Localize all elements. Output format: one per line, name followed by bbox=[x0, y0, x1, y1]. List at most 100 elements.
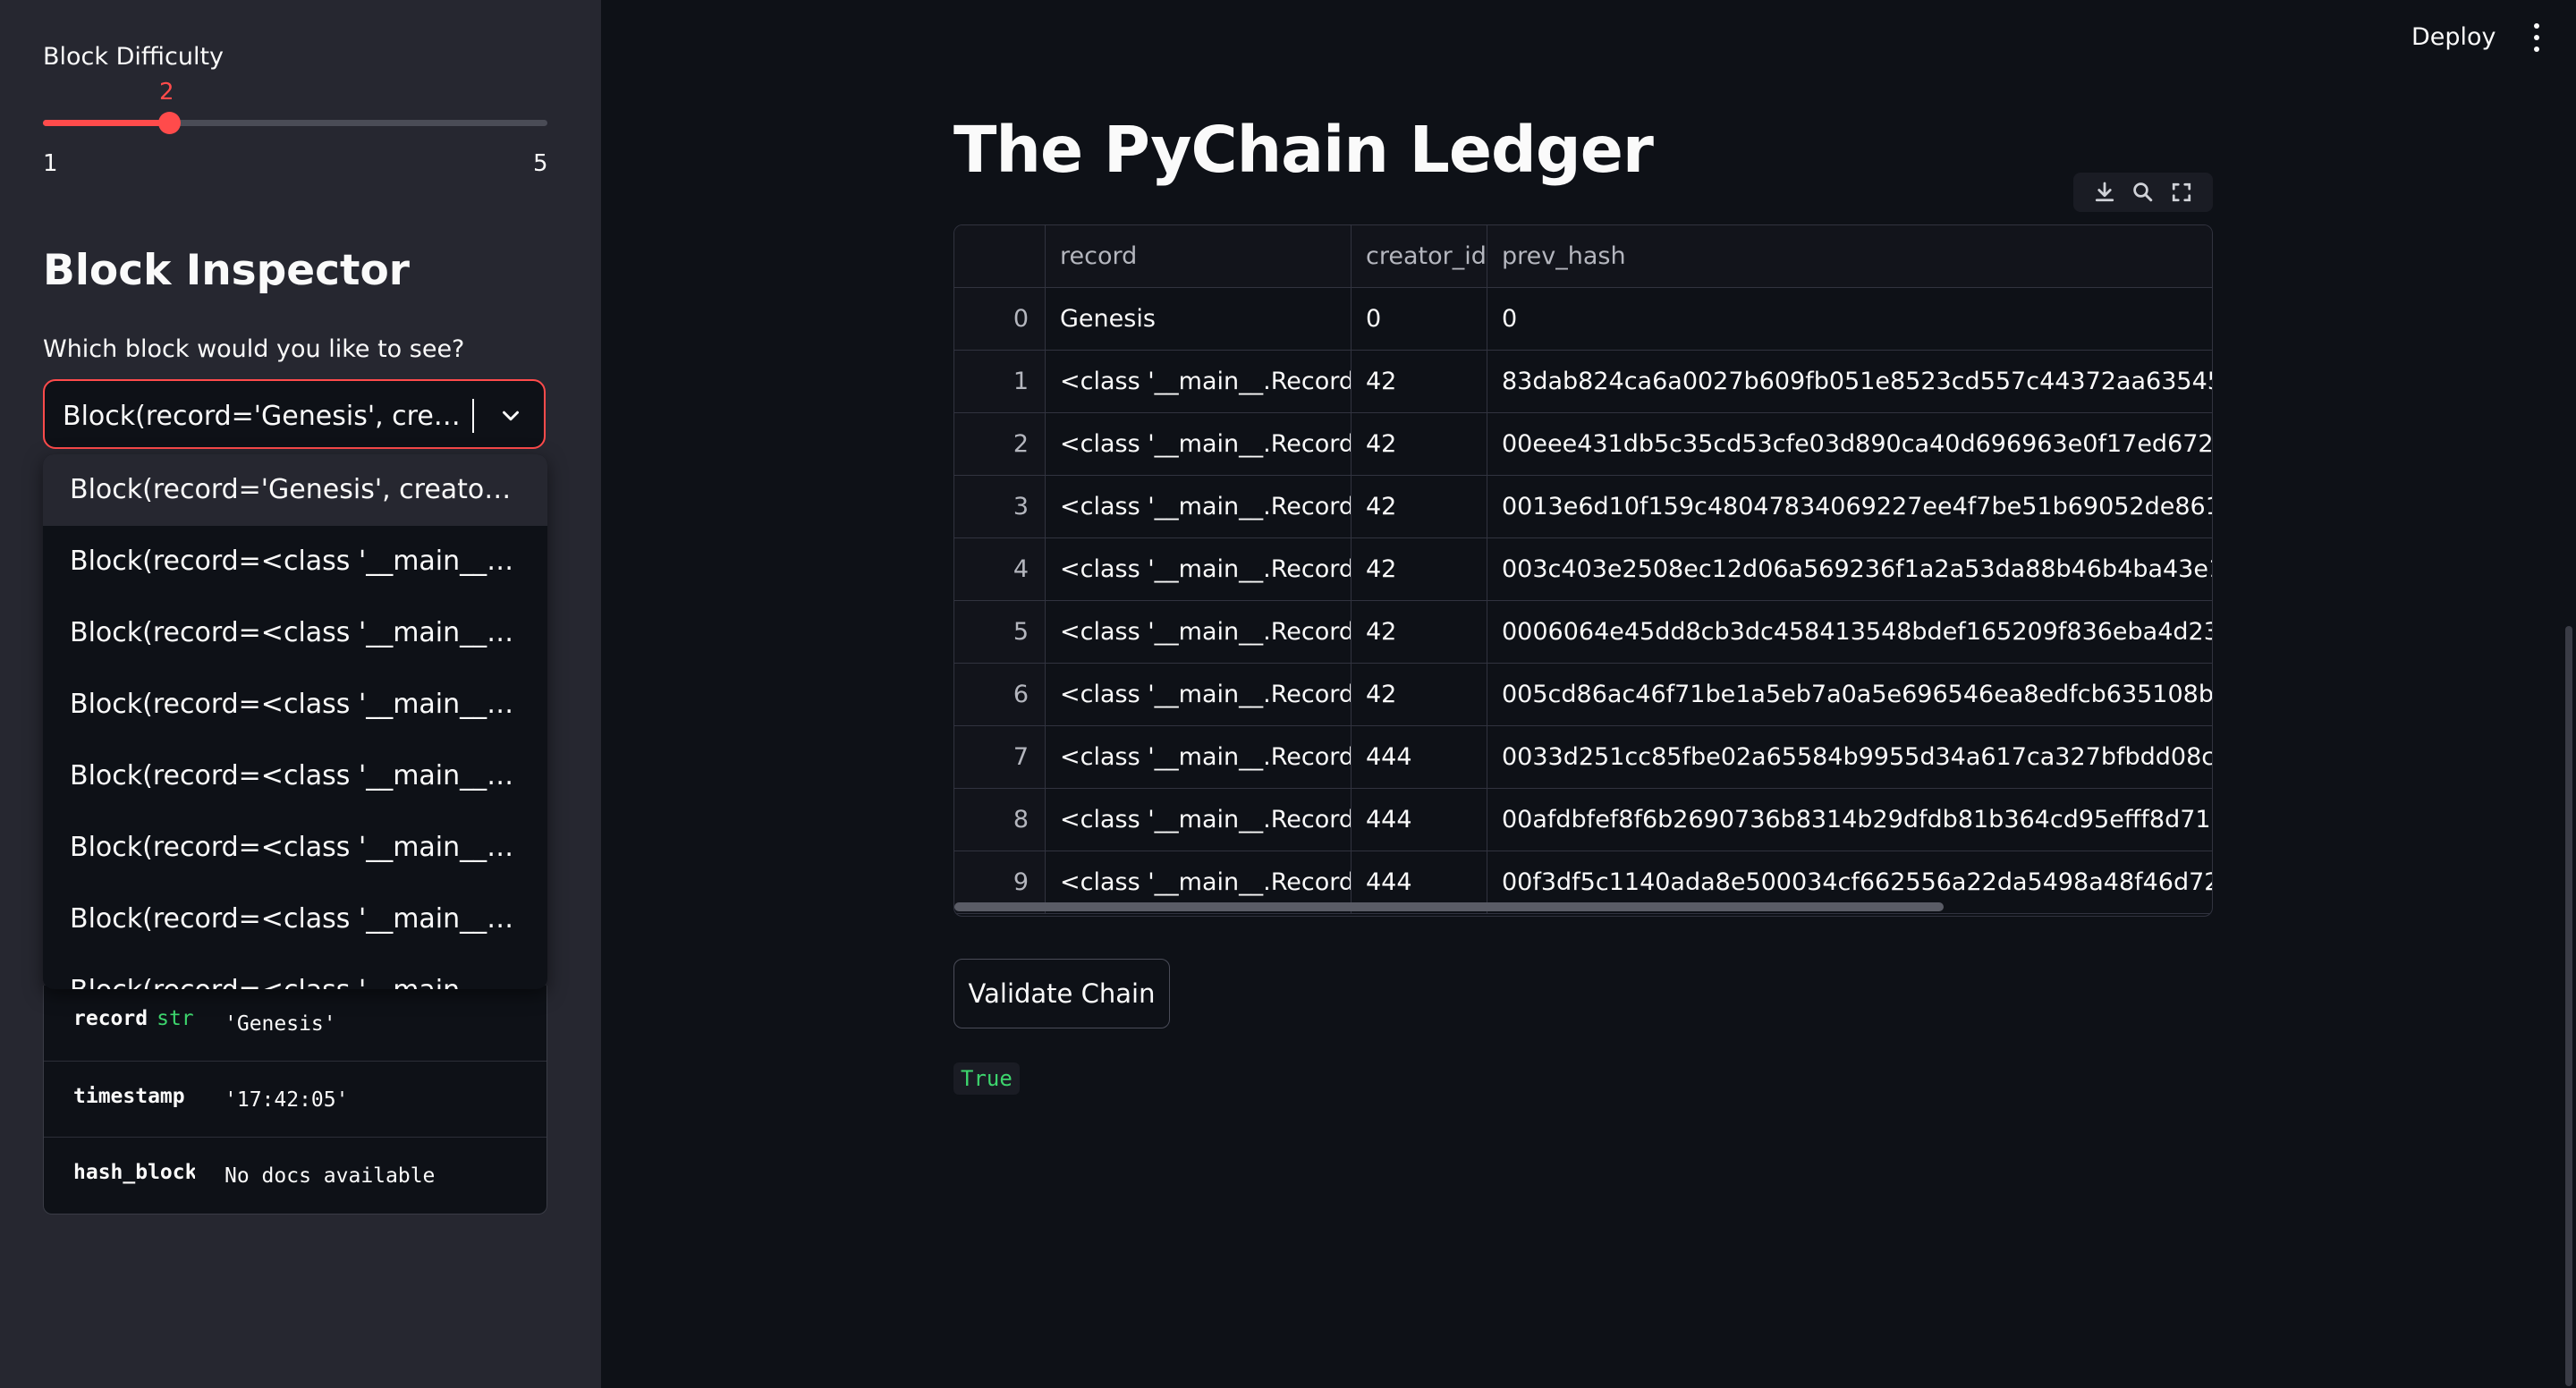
cell-row-index[interactable]: 1 bbox=[954, 351, 1046, 413]
dropdown-option[interactable]: Block(record=<class '__main__.Record'>, … bbox=[43, 526, 547, 597]
table-row: 7 <class '__main__.Record'> 444 0033d251cc8… bbox=[954, 726, 2212, 789]
column-header-row-index[interactable] bbox=[954, 225, 1046, 288]
dropdown-option[interactable]: Block(record=<class '__main__.Record'>, … bbox=[43, 884, 547, 955]
cell-record[interactable]: <class '__main__.Record'> bbox=[1046, 351, 1352, 413]
slider-label: Block Difficulty bbox=[43, 43, 225, 71]
cell-prev-hash[interactable]: 0033d251cc85fbe02a65584b9955d34a617ca327… bbox=[1487, 726, 2212, 789]
block-docs-table: record str 'Genesis' timestamp str '17:42:… bbox=[43, 986, 547, 1214]
download-icon[interactable] bbox=[2091, 179, 2118, 206]
select-value: Block(record='Genesis', creator_id=0, pr… bbox=[63, 401, 465, 432]
slider-fill bbox=[43, 120, 169, 126]
doc-name-cell: hash_block bbox=[73, 1161, 195, 1184]
cell-prev-hash[interactable]: 00eee431db5c35cd53cfe03d890ca40d696963e0… bbox=[1487, 413, 2212, 476]
validation-result: True bbox=[953, 1062, 1020, 1095]
sidebar: Block Difficulty 2 1 5 Block Inspector W… bbox=[0, 0, 601, 1388]
column-header-prev-hash[interactable]: prev_hash bbox=[1487, 225, 2212, 288]
ledger-table[interactable]: record creator_id prev_hash 0 Genesis 0 0 1 <cla… bbox=[953, 224, 2213, 917]
doc-field-name: timestamp bbox=[73, 1085, 185, 1108]
cell-row-index[interactable]: 3 bbox=[954, 476, 1046, 538]
cell-prev-hash[interactable]: 0 bbox=[1487, 288, 2212, 351]
menu-dot bbox=[2534, 23, 2539, 29]
kebab-menu-icon[interactable] bbox=[2526, 21, 2547, 54]
cell-record[interactable]: <class '__main__.Record'> bbox=[1046, 538, 1352, 601]
doc-field-type: str bbox=[157, 1007, 194, 1030]
table-row: 8 <class '__main__.Record'> 444 00afdbfef8f… bbox=[954, 789, 2212, 851]
column-header-creator-id[interactable]: creator_id bbox=[1352, 225, 1487, 288]
table-row: 1 <class '__main__.Record'> 42 83dab824ca6a… bbox=[954, 351, 2212, 413]
cell-creator-id[interactable]: 42 bbox=[1352, 413, 1487, 476]
dropdown-option[interactable]: Block(record='Genesis', creator_id=0, pr… bbox=[43, 454, 547, 526]
dropdown-option[interactable]: Block(record=<class '__main__.Record'>, … bbox=[43, 669, 547, 741]
deploy-button[interactable]: Deploy bbox=[2411, 23, 2496, 51]
table-row: 4 <class '__main__.Record'> 42 003c403e2508… bbox=[954, 538, 2212, 601]
chevron-down-icon[interactable] bbox=[497, 402, 524, 429]
cell-creator-id[interactable]: 444 bbox=[1352, 726, 1487, 789]
doc-row: record str 'Genesis' bbox=[44, 986, 547, 1062]
cell-row-index[interactable]: 5 bbox=[954, 601, 1046, 664]
cell-prev-hash[interactable]: 005cd86ac46f71be1a5eb7a0a5e696546ea8edfc… bbox=[1487, 664, 2212, 726]
cell-prev-hash[interactable]: 83dab824ca6a0027b609fb051e8523cd557c4437… bbox=[1487, 351, 2212, 413]
doc-field-value: No docs available bbox=[225, 1164, 436, 1188]
cell-row-index[interactable]: 2 bbox=[954, 413, 1046, 476]
cell-row-index[interactable]: 6 bbox=[954, 664, 1046, 726]
slider-current-value: 2 bbox=[159, 79, 174, 106]
horizontal-scrollbar[interactable] bbox=[954, 902, 1944, 911]
doc-row: timestamp str '17:42:05' bbox=[44, 1062, 547, 1138]
doc-field-value: '17:42:05' bbox=[225, 1088, 349, 1112]
cell-record[interactable]: <class '__main__.Record'> bbox=[1046, 476, 1352, 538]
table-row: 3 <class '__main__.Record'> 42 0013e6d10f15… bbox=[954, 476, 2212, 538]
doc-field-type: str bbox=[194, 1085, 195, 1108]
validate-chain-button[interactable]: Validate Chain bbox=[953, 959, 1170, 1028]
cell-creator-id[interactable]: 42 bbox=[1352, 351, 1487, 413]
cell-prev-hash[interactable]: 0006064e45dd8cb3dc458413548bdef165209f83… bbox=[1487, 601, 2212, 664]
column-header-record[interactable]: record bbox=[1046, 225, 1352, 288]
cell-record[interactable]: <class '__main__.Record'> bbox=[1046, 726, 1352, 789]
doc-field-name: hash_block bbox=[73, 1161, 195, 1184]
slider-thumb[interactable] bbox=[158, 112, 181, 134]
search-icon[interactable] bbox=[2130, 179, 2157, 206]
block-inspector-title: Block Inspector bbox=[43, 246, 410, 295]
cell-creator-id[interactable]: 42 bbox=[1352, 601, 1487, 664]
cell-prev-hash[interactable]: 003c403e2508ec12d06a569236f1a2a53da88b46… bbox=[1487, 538, 2212, 601]
page-title: The PyChain Ledger bbox=[953, 113, 1654, 187]
table-toolbar bbox=[2073, 173, 2213, 212]
block-select[interactable]: Block(record='Genesis', creator_id=0, pr… bbox=[43, 379, 546, 449]
table-row: 6 <class '__main__.Record'> 42 005cd86ac46f… bbox=[954, 664, 2212, 726]
doc-field-value: 'Genesis' bbox=[225, 1012, 336, 1036]
slider-max-label: 5 bbox=[533, 150, 548, 177]
doc-name-cell: timestamp str bbox=[73, 1085, 195, 1108]
cell-creator-id[interactable]: 42 bbox=[1352, 664, 1487, 726]
block-dropdown-list: Block(record='Genesis', creator_id=0, pr… bbox=[43, 454, 547, 989]
cell-creator-id[interactable]: 0 bbox=[1352, 288, 1487, 351]
table-row: 5 <class '__main__.Record'> 42 0006064e45dd… bbox=[954, 601, 2212, 664]
cell-creator-id[interactable]: 42 bbox=[1352, 538, 1487, 601]
cell-record[interactable]: <class '__main__.Record'> bbox=[1046, 601, 1352, 664]
cell-row-index[interactable]: 8 bbox=[954, 789, 1046, 851]
select-label: Which block would you like to see? bbox=[43, 335, 465, 363]
dropdown-option[interactable]: Block(record=<class '__main__.Record'>, … bbox=[43, 741, 547, 812]
table-row: 2 <class '__main__.Record'> 42 00eee431db5c… bbox=[954, 413, 2212, 476]
cell-prev-hash[interactable]: 00afdbfef8f6b2690736b8314b29dfdb81b364cd… bbox=[1487, 789, 2212, 851]
cell-creator-id[interactable]: 42 bbox=[1352, 476, 1487, 538]
cell-row-index[interactable]: 7 bbox=[954, 726, 1046, 789]
dropdown-option[interactable]: Block(record=<class '__main__.Record'>, … bbox=[43, 812, 547, 884]
doc-field-name: record bbox=[73, 1007, 148, 1030]
dropdown-option[interactable]: Block(record=<class '__main__.Record'>, … bbox=[43, 955, 547, 989]
doc-row: hash_block No docs available bbox=[44, 1138, 547, 1213]
table-row: 0 Genesis 0 0 bbox=[954, 288, 2212, 351]
cell-record[interactable]: Genesis bbox=[1046, 288, 1352, 351]
cell-creator-id[interactable]: 444 bbox=[1352, 789, 1487, 851]
dropdown-option[interactable]: Block(record=<class '__main__.Record'>, … bbox=[43, 597, 547, 669]
cell-row-index[interactable]: 4 bbox=[954, 538, 1046, 601]
menu-dot bbox=[2534, 47, 2539, 52]
menu-dot bbox=[2534, 35, 2539, 40]
cell-prev-hash[interactable]: 0013e6d10f159c48047834069227ee4f7be51b69… bbox=[1487, 476, 2212, 538]
difficulty-slider[interactable] bbox=[43, 112, 547, 134]
page-scrollbar[interactable] bbox=[2565, 626, 2572, 1386]
cell-row-index[interactable]: 0 bbox=[954, 288, 1046, 351]
text-cursor bbox=[472, 399, 474, 433]
cell-record[interactable]: <class '__main__.Record'> bbox=[1046, 664, 1352, 726]
cell-record[interactable]: <class '__main__.Record'> bbox=[1046, 789, 1352, 851]
cell-record[interactable]: <class '__main__.Record'> bbox=[1046, 413, 1352, 476]
fullscreen-icon[interactable] bbox=[2168, 179, 2195, 206]
